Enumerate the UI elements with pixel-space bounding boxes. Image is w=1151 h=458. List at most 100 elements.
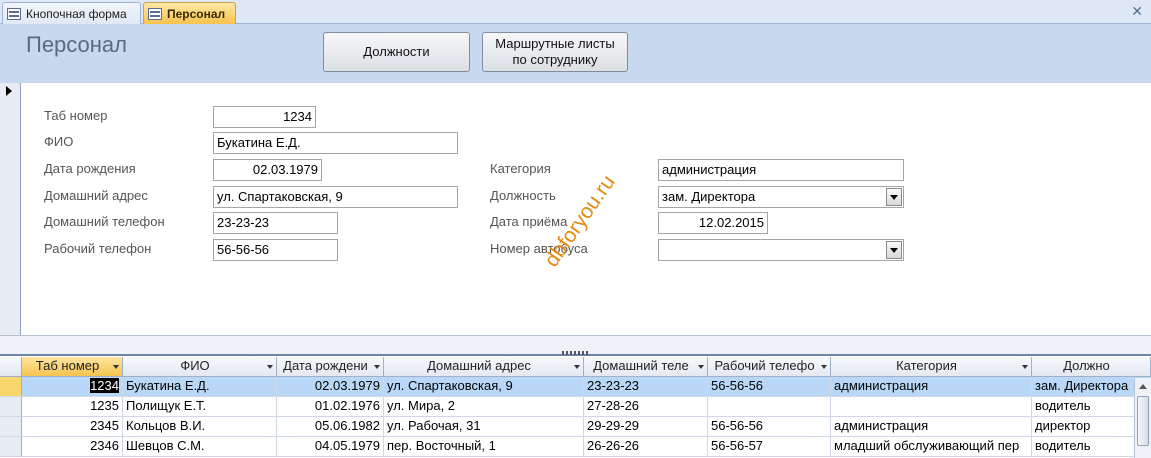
cell-fio[interactable]: Полищук Е.Т.: [123, 397, 277, 417]
cell-home-phone[interactable]: 23-23-23: [584, 377, 708, 397]
tab-number-field[interactable]: 1234: [213, 106, 316, 128]
col-header-birth-date[interactable]: Дата рождени: [277, 357, 384, 377]
home-address-field[interactable]: ул. Спартаковская, 9: [213, 186, 458, 208]
chevron-down-icon[interactable]: [267, 365, 273, 369]
cell-work-phone[interactable]: 56-56-56: [708, 377, 831, 397]
cell-home-phone[interactable]: 29-29-29: [584, 417, 708, 437]
cell-address[interactable]: ул. Мира, 2: [384, 397, 584, 417]
tab-label: Персонал: [167, 6, 226, 21]
cell-home-phone[interactable]: 27-28-26: [584, 397, 708, 417]
birth-date-label: Дата рождения: [44, 161, 136, 176]
col-header-position[interactable]: Должно: [1032, 357, 1151, 377]
cell-tab-number[interactable]: 2345: [22, 417, 123, 437]
close-icon[interactable]: ✕: [1131, 3, 1143, 20]
cell-fio[interactable]: Кольцов В.И.: [123, 417, 277, 437]
position-label: Должность: [490, 188, 556, 203]
cell-fio[interactable]: Букатина Е.Д.: [123, 377, 277, 397]
select-all-cell[interactable]: [0, 357, 22, 377]
hire-date-label: Дата приёма: [490, 214, 568, 229]
document-tab-strip: Кнопочная форма Персонал ✕: [0, 0, 1151, 24]
cell-address[interactable]: пер. Восточный, 1: [384, 437, 584, 457]
chevron-down-icon[interactable]: [698, 365, 704, 369]
col-header-home-phone[interactable]: Домашний теле: [584, 357, 708, 377]
home-phone-field[interactable]: 23-23-23: [213, 212, 338, 234]
work-phone-field[interactable]: 56-56-56: [213, 239, 338, 261]
category-label: Категория: [490, 161, 551, 176]
col-header-category[interactable]: Категория: [831, 357, 1032, 377]
record-selector[interactable]: [0, 83, 21, 335]
col-header-tab-number[interactable]: Таб номер: [22, 357, 123, 377]
cell-address[interactable]: ул. Спартаковская, 9: [384, 377, 584, 397]
col-header-work-phone[interactable]: Рабочий телефо: [708, 357, 831, 377]
datasheet: Таб номер ФИО Дата рождени Домашний адре…: [0, 357, 1151, 458]
category-field[interactable]: администрация: [658, 159, 904, 181]
bus-number-combo[interactable]: [658, 239, 904, 261]
form-icon: [7, 7, 21, 20]
cell-work-phone[interactable]: 56-56-56: [708, 417, 831, 437]
col-header-label: Должно: [1063, 358, 1110, 373]
splitter-grip-icon[interactable]: [562, 351, 590, 355]
cell-tab-number[interactable]: 1234: [22, 377, 123, 397]
fio-label: ФИО: [44, 134, 74, 149]
col-header-label: Домашний адрес: [427, 358, 531, 373]
route-sheets-label-line2: по сотруднику: [512, 52, 598, 67]
cell-address[interactable]: ул. Рабочая, 31: [384, 417, 584, 437]
work-phone-label: Рабочий телефон: [44, 241, 152, 256]
hire-date-field[interactable]: 12.02.2015: [658, 212, 768, 234]
form-icon: [148, 7, 162, 20]
cell-birth-date[interactable]: 04.05.1979: [277, 437, 384, 457]
table-row[interactable]: 1235 Полищук Е.Т. 01.02.1976 ул. Мира, 2…: [0, 397, 1151, 417]
chevron-down-icon[interactable]: [886, 241, 902, 259]
cell-work-phone[interactable]: [708, 397, 831, 417]
position-combo-value: зам. Директора: [662, 189, 756, 204]
chevron-down-icon[interactable]: [113, 365, 119, 369]
col-header-label: Домашний теле: [593, 358, 689, 373]
tab-personnel[interactable]: Персонал: [143, 2, 236, 24]
col-header-fio[interactable]: ФИО: [123, 357, 277, 377]
cell-text: 1234: [90, 378, 119, 393]
row-selector[interactable]: [0, 417, 22, 437]
col-header-label: Рабочий телефо: [714, 358, 815, 373]
chevron-down-icon[interactable]: [1022, 365, 1028, 369]
cell-category[interactable]: администрация: [831, 417, 1032, 437]
row-selector[interactable]: [0, 397, 22, 417]
row-selector[interactable]: [0, 377, 22, 397]
cell-work-phone[interactable]: 56-56-57: [708, 437, 831, 457]
home-phone-label: Домашний телефон: [44, 214, 165, 229]
positions-button[interactable]: Должности: [323, 32, 470, 72]
chevron-down-icon[interactable]: [574, 365, 580, 369]
cell-birth-date[interactable]: 05.06.1982: [277, 417, 384, 437]
cell-tab-number[interactable]: 2346: [22, 437, 123, 457]
cell-home-phone[interactable]: 26-26-26: [584, 437, 708, 457]
cell-birth-date[interactable]: 02.03.1979: [277, 377, 384, 397]
table-row[interactable]: 1234 Букатина Е.Д. 02.03.1979 ул. Спарта…: [0, 377, 1151, 397]
scroll-thumb[interactable]: [1137, 396, 1149, 446]
chevron-down-icon[interactable]: [886, 188, 902, 206]
datasheet-vertical-scrollbar[interactable]: [1134, 378, 1151, 458]
split-form-splitter[interactable]: [0, 335, 1151, 356]
cell-tab-number[interactable]: 1235: [22, 397, 123, 417]
chevron-down-icon[interactable]: [374, 365, 380, 369]
cell-birth-date[interactable]: 01.02.1976: [277, 397, 384, 417]
col-header-label: Дата рождени: [283, 358, 368, 373]
birth-date-field[interactable]: 02.03.1979: [213, 159, 322, 181]
cell-category[interactable]: администрация: [831, 377, 1032, 397]
route-sheets-button[interactable]: Маршрутные листы по сотруднику: [482, 32, 628, 72]
chevron-down-icon[interactable]: [821, 365, 827, 369]
form-header: Персонал Должности Маршрутные листы по с…: [0, 24, 1151, 83]
col-header-address[interactable]: Домашний адрес: [384, 357, 584, 377]
cell-category[interactable]: [831, 397, 1032, 417]
home-address-label: Домашний адрес: [44, 188, 148, 203]
route-sheets-button-label: Маршрутные листы по сотруднику: [495, 36, 614, 68]
tab-switchboard[interactable]: Кнопочная форма: [2, 2, 141, 24]
col-header-label: Категория: [896, 358, 957, 373]
cell-category[interactable]: младший обслуживающий пер: [831, 437, 1032, 457]
cell-fio[interactable]: Шевцов С.М.: [123, 437, 277, 457]
scroll-up-icon[interactable]: [1139, 384, 1147, 389]
row-selector[interactable]: [0, 437, 22, 457]
table-row[interactable]: 2346 Шевцов С.М. 04.05.1979 пер. Восточн…: [0, 437, 1151, 457]
position-combo[interactable]: зам. Директора: [658, 186, 904, 208]
current-record-arrow-icon: [6, 86, 12, 96]
table-row[interactable]: 2345 Кольцов В.И. 05.06.1982 ул. Рабочая…: [0, 417, 1151, 437]
fio-field[interactable]: Букатина Е.Д.: [213, 132, 458, 154]
